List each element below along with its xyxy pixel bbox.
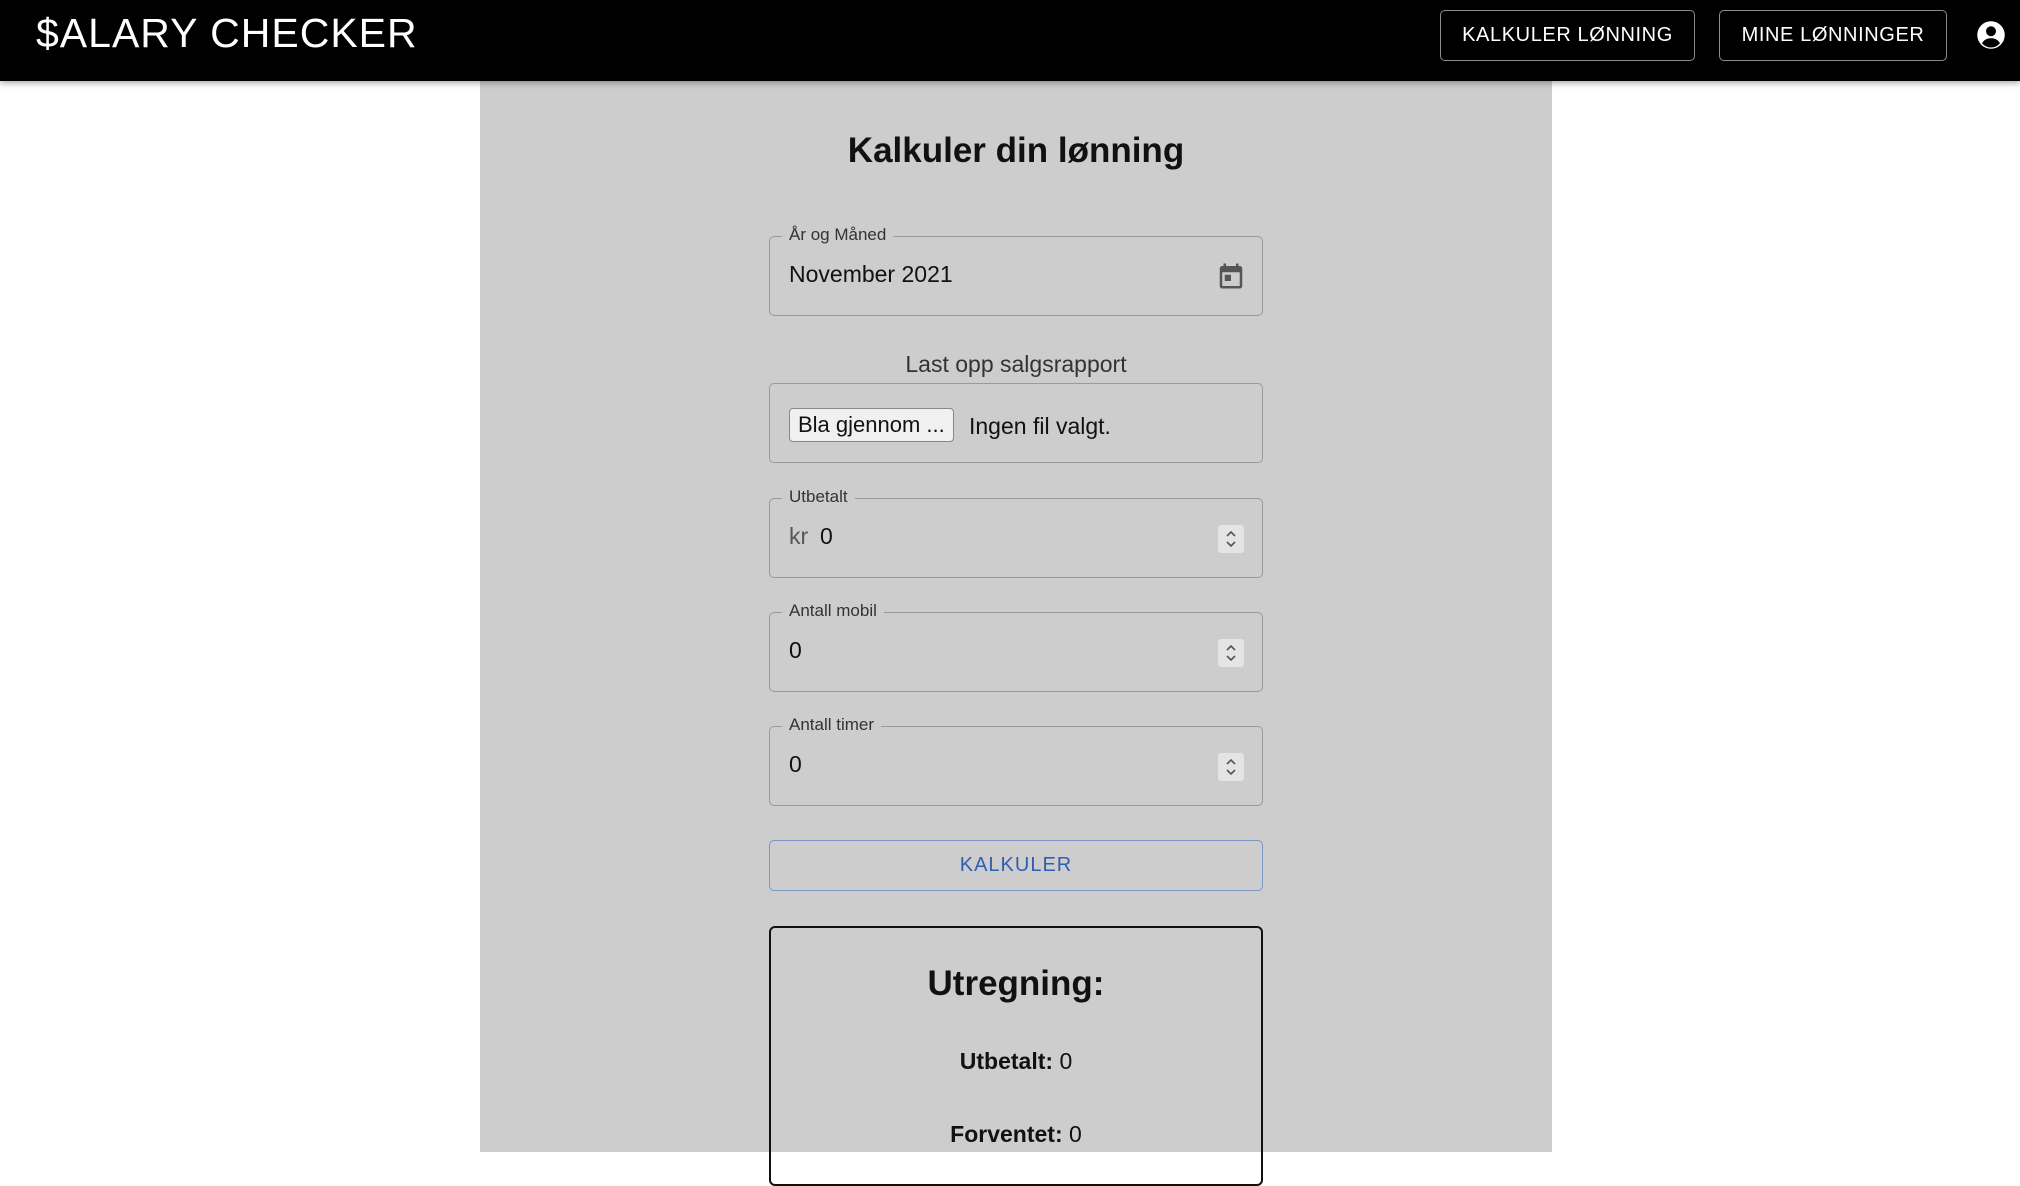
paid-amount-label: Utbetalt [782,487,855,507]
result-paid-value: 0 [1059,1048,1073,1074]
mobile-count-value: 0 [789,637,802,663]
file-status-text: Ingen fil valgt. [969,413,1111,439]
number-stepper-icon[interactable] [1218,753,1244,781]
mobile-count-label: Antall mobil [782,601,884,621]
app-bar: $ALARY CHECKER KALKULER LØNNING MINE LØN… [0,0,2020,81]
account-circle-icon[interactable] [1976,20,2006,50]
year-month-value: November 2021 [789,261,953,287]
calendar-icon[interactable] [1216,260,1246,292]
mobile-count-field[interactable]: Antall mobil 0 [769,601,1263,692]
result-paid-label: Utbetalt: [959,1048,1054,1074]
upload-sales-report-label: Last opp salgsrapport [905,351,1127,377]
result-title: Utregning: [927,964,1105,1003]
result-paid-line: Utbetalt: 0 [771,1048,1261,1075]
number-stepper-icon[interactable] [1218,525,1244,553]
paid-amount-value: 0 [820,523,833,549]
result-expected-value: 0 [1069,1121,1082,1147]
result-expected-label: Forventet: [950,1121,1063,1147]
calculator-panel: Kalkuler din lønning År og Måned Novembe… [480,81,1552,1186]
hours-count-field[interactable]: Antall timer 0 [769,715,1263,806]
page-title: Kalkuler din lønning [847,131,1185,170]
app-title: $ALARY CHECKER [36,10,418,56]
calculate-button[interactable]: KALKULER [769,840,1263,891]
hours-count-label: Antall timer [782,715,882,735]
hours-count-value: 0 [789,751,802,777]
paid-amount-field[interactable]: Utbetalt kr 0 [769,487,1263,578]
browse-file-button[interactable]: Bla gjennom ... [789,408,954,442]
file-upload-field: Bla gjennom ... Ingen fil valgt. [769,383,1263,463]
result-expected-line: Forventet: 0 [771,1121,1261,1148]
result-card: Utregning: Utbetalt: 0 Forventet: 0 [769,926,1263,1186]
number-stepper-icon[interactable] [1218,639,1244,667]
year-month-label: År og Måned [782,225,894,245]
nav-my-salaries-button[interactable]: MINE LØNNINGER [1719,10,1947,61]
currency-prefix: kr [789,523,809,549]
nav-calculate-salary-button[interactable]: KALKULER LØNNING [1440,10,1695,61]
year-month-field[interactable]: År og Måned November 2021 [769,225,1263,316]
